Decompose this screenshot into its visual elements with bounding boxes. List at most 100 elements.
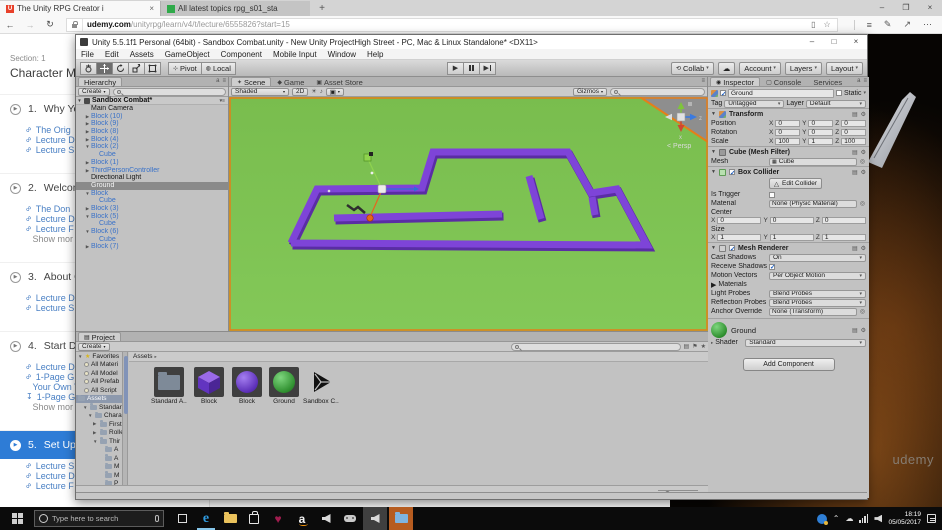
breadcrumb-assets[interactable]: Assets [133,353,153,360]
physic-material-field[interactable]: None (Physic Material) [769,199,857,208]
hierarchy-item[interactable]: Cube [76,197,228,205]
favorites-star-icon[interactable]: ☆ [823,20,830,29]
project-folder-item[interactable]: ▼ Thir [76,437,122,446]
gear-icon[interactable]: ⚙ [861,149,866,156]
fold-arrow-icon[interactable]: ▶ [711,281,716,289]
project-folder-item[interactable]: ▼ Chara [76,411,122,421]
url-input[interactable]: udemy.com/unityrpg/learn/v4/t/lecture/65… [66,17,838,32]
fold-arrow-icon[interactable]: ▶ [84,136,91,144]
hierarchy-item[interactable]: ▼ Block (6) [76,228,228,236]
fold-arrow-icon[interactable]: ▶ [84,159,91,167]
new-tab-button[interactable]: + [310,1,334,16]
fold-arrow-icon[interactable]: ▼ [84,213,91,221]
move-tool-icon[interactable] [96,61,113,75]
favorite-filter-item[interactable]: All Materi [76,361,122,370]
globe-tray-icon[interactable] [816,513,828,525]
hierarchy-item[interactable]: ▶ ThirdPersonController [76,167,228,175]
lighting-toggle-icon[interactable]: ☀ [311,88,316,95]
pivot-toggle-button[interactable]: ⊹ Pivot [168,61,202,75]
network-icon[interactable] [859,514,869,523]
center-x-input[interactable]: 0 [717,216,762,225]
scene-search-input[interactable] [610,87,705,96]
size-y-input[interactable]: 1 [769,233,814,242]
shading-mode-dropdown[interactable]: Shaded ▾ [231,87,289,96]
account-button[interactable]: Account ▾ [739,61,781,75]
browser-tab-active[interactable]: U The Unity RPG Creator i × [0,1,160,16]
box-collider-component-header[interactable]: ▼ Box Collider ▤⚙ [708,166,869,177]
reading-list-icon[interactable]: ≡ [867,20,872,30]
pause-button[interactable] [463,61,480,75]
size-z-input[interactable]: 1 [821,233,866,242]
menu-gameobject[interactable]: GameObject [165,50,210,59]
hierarchy-item[interactable]: Directional Light [76,174,228,182]
taskbar-clock[interactable]: 18:19 05/05/2017 [888,511,921,526]
search-by-type-icon[interactable]: ▤ [684,343,690,350]
hierarchy-item[interactable]: Cube [76,236,228,244]
project-tree-scrollbar[interactable] [122,352,128,485]
reading-view-icon[interactable]: ▯ [811,20,815,29]
favorite-filter-item[interactable]: All Model [76,369,122,378]
fold-arrow-icon[interactable]: ▶ [84,167,91,175]
size-x-input[interactable]: 1 [717,233,762,242]
hand-tool-icon[interactable] [80,61,97,75]
unity-minimize-button[interactable]: – [801,35,823,49]
tab-asset-store[interactable]: ▣ Asset Store [310,77,368,87]
unity-title-bar[interactable]: Unity 5.5.1f1 Personal (64bit) - Sandbox… [76,35,867,49]
rotate-tool-icon[interactable] [112,61,129,75]
browser-restore-button[interactable]: ❐ [894,0,918,16]
action-center-icon[interactable] [927,514,936,523]
mesh-filter-component-header[interactable]: ▼ Cube (Mesh Filter) ▤ ⚙ [708,146,869,157]
tab-project[interactable]: ▤ Project [78,332,122,342]
fold-arrow-icon[interactable]: ▼ [83,405,88,410]
panel-menu-icon[interactable]: ≡ [701,78,705,84]
create-button[interactable]: Create ▾ [78,342,110,351]
fold-arrow-icon[interactable]: ▶ [93,430,98,436]
hierarchy-item[interactable]: ▶ Block (7) [76,243,228,251]
center-z-input[interactable]: 0 [821,216,866,225]
rect-tool-icon[interactable] [144,61,161,75]
scene-root-row[interactable]: ▼ Sandbox Combat* ▾≡ [76,97,228,105]
refresh-button[interactable]: ↻ [40,19,60,30]
renderer-enabled-checkbox[interactable] [728,245,735,253]
hierarchy-item[interactable]: ▶ Block (3) [76,205,228,213]
local-toggle-button[interactable]: ◍ Local [200,61,236,75]
object-picker-icon[interactable]: ◎ [859,308,866,315]
forward-button[interactable]: → [20,20,40,30]
fold-arrow-icon[interactable]: ▼ [93,439,98,444]
object-picker-icon[interactable]: ◎ [859,158,866,165]
help-icon[interactable]: ▤ [852,245,858,252]
browser-close-button[interactable]: × [918,0,942,16]
volume-icon[interactable] [874,514,883,523]
hierarchy-item[interactable]: ▶ Block (4) [76,136,228,144]
layers-button[interactable]: Layers ▾ [784,61,822,75]
hierarchy-item[interactable]: ▶ Block (9) [76,120,228,128]
unity-files-taskbar-icon[interactable] [389,507,413,530]
browser-tab-inactive[interactable]: All latest topics rpg_s01_sta [160,1,310,16]
2d-toggle-button[interactable]: 2D [292,87,309,96]
edge-taskbar-icon[interactable]: e [194,507,218,530]
panel-menu-icon[interactable]: ≡ [222,78,226,84]
scene-menu-icon[interactable]: ▾≡ [220,97,228,105]
rotation-y-input[interactable]: 0 [808,128,834,137]
material-preview-sphere[interactable] [711,322,727,338]
object-name-input[interactable]: Ground [728,88,834,98]
asset-tile-unity-scene[interactable]: Sandbox C... [303,367,339,405]
gizmos-dropdown[interactable]: Gizmos ▾ [572,87,607,96]
fold-arrow-icon[interactable]: ▼ [84,143,91,151]
tab-inspector[interactable]: ◉ Inspector [710,77,761,87]
web-note-icon[interactable]: ✎ [884,19,892,30]
fold-arrow-icon[interactable]: ▶ [84,243,91,251]
project-search-input[interactable] [510,342,681,351]
reflection-probes-dropdown[interactable]: Blend Probes ▾ [769,298,866,307]
light-probes-dropdown[interactable]: Blend Probes ▾ [769,289,866,298]
more-menu-icon[interactable]: ⋯ [923,19,932,30]
speaker-taskbar-icon[interactable] [314,507,338,530]
gear-icon[interactable]: ⚙ [861,169,866,176]
mesh-object-field[interactable]: ▦ Cube [769,157,857,166]
search-by-label-icon[interactable]: ⚑ [692,343,697,350]
hierarchy-item[interactable]: Cube [76,220,228,228]
audio-toggle-icon[interactable]: ♪ [320,89,323,95]
project-folder-item[interactable]: A [76,445,122,455]
menu-component[interactable]: Component [221,50,262,59]
menu-window[interactable]: Window [328,50,356,59]
